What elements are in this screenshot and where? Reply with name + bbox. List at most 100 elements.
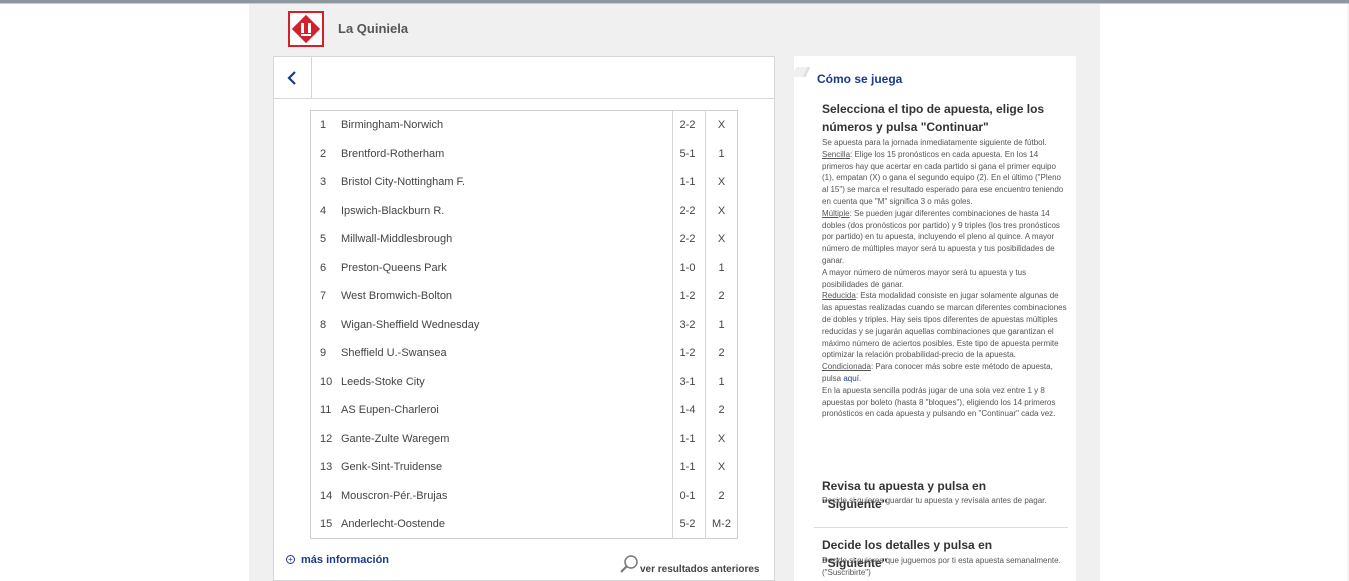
how-to-play-panel: Cómo se juega Selecciona el tipo de apue… [791, 56, 1076, 581]
result-number: 10 [320, 375, 333, 388]
how-to-play-title: Cómo se juega [817, 72, 903, 86]
quiniela-sign: 2 [705, 481, 737, 510]
reducida-text: : Esta modalidad consiste en jugar solam… [822, 291, 1067, 360]
match-score: 3-2 [672, 310, 702, 339]
result-number: 13 [320, 461, 333, 473]
match-name: Wigan-Sheffield Wednesday [341, 318, 480, 331]
sencilla-text: : Elige los 15 pronósticos en cada apues… [822, 149, 1064, 206]
step1-condicionada: Condicionada: Para conocer más sobre est… [822, 362, 1053, 383]
match-name: Leeds-Stoke City [341, 375, 425, 388]
step1-final: En la apuesta sencilla podrás jugar de u… [822, 385, 1056, 419]
reducida-label: Reducida [822, 291, 856, 301]
match-score: 0-1 [672, 481, 702, 510]
brand-name: La Quiniela [338, 21, 409, 36]
result-row: 4 Ipswich-Blackburn R. 2-2 X [311, 196, 737, 225]
result-number: 7 [320, 290, 327, 302]
magnifier-icon [620, 555, 638, 573]
match-score: 1-4 [672, 396, 702, 425]
match-name: Preston-Queens Park [341, 261, 447, 274]
match-name: Bristol City-Nottingham F. [341, 176, 466, 188]
aqui-link[interactable]: aquí [843, 374, 859, 383]
step1-title: Selecciona el tipo de apuesta, elige los… [822, 102, 1045, 134]
result-row: 12 Gante-Zulte Waregem 1-1 X [311, 424, 737, 453]
quiniela-sign: X [705, 168, 737, 197]
panel-header [274, 57, 774, 99]
step1-sencilla: Sencilla: Elige los 15 pronósticos en ca… [822, 149, 1068, 208]
result-row: 11 AS Eupen-Charleroi 1-4 2 [311, 396, 737, 425]
match-score: 2-2 [672, 196, 702, 225]
result-row: 3 Bristol City-Nottingham F. 1-1 X [311, 168, 737, 197]
quiniela-sign: X [705, 111, 737, 140]
result-number: 2 [320, 147, 327, 160]
quiniela-sign: 1 [705, 367, 737, 396]
quiniela-sign: X [705, 453, 737, 482]
match-score: 1-0 [672, 253, 702, 282]
result-number: 14 [320, 489, 333, 502]
match-name: Ipswich-Blackburn R. [341, 204, 445, 217]
step1-text: Se apuesta para la jornada inmediatament… [822, 137, 1068, 420]
result-row: 7 West Bromwich-Bolton 1-2 2 [311, 282, 737, 311]
condicionada-label: Condicionada [822, 362, 871, 372]
match-name: Birmingham-Norwich [341, 119, 444, 131]
plus-circle-icon: + [286, 555, 295, 564]
more-info-link[interactable]: + más información [286, 554, 389, 566]
divider [814, 527, 1068, 528]
result-row: 6 Preston-Queens Park 1-0 1 [311, 253, 737, 282]
quiniela-sign: 1 [705, 139, 737, 168]
match-name: Genk-Sint-Truidense [341, 461, 443, 473]
results-table: 1 Birmingham-Norwich 2-2 X 2 Brentford-Rother… [310, 110, 738, 539]
quiniela-sign: 2 [705, 396, 737, 425]
result-number: 12 [320, 432, 333, 445]
result-row: 14 Mouscron-Pér.-Brujas 0-1 2 [311, 481, 737, 510]
match-score: 1-1 [672, 453, 702, 482]
quiniela-sign: 1 [705, 253, 737, 282]
match-name: Brentford-Rotherham [341, 147, 445, 160]
back-button[interactable] [274, 57, 312, 98]
quiniela-sign: 2 [705, 339, 737, 368]
result-number: 15 [320, 518, 333, 530]
result-number: 11 [320, 404, 332, 416]
match-score: 1-2 [672, 282, 702, 311]
sencilla-label: Sencilla [822, 149, 851, 159]
panel-corner-decoration [791, 67, 811, 77]
quiniela-sign: 1 [705, 310, 737, 339]
quiniela-logo[interactable] [288, 11, 324, 47]
match-score: 2-2 [672, 111, 702, 140]
quiniela-sign: X [705, 196, 737, 225]
match-score: 1-2 [672, 339, 702, 368]
match-score: 1-1 [672, 424, 702, 453]
quiniela-sign: 2 [705, 282, 737, 311]
chevron-left-icon [287, 71, 296, 85]
result-number: 3 [320, 176, 327, 188]
result-row: 2 Brentford-Rotherham 5-1 1 [311, 139, 737, 168]
match-name: AS Eupen-Charleroi [341, 404, 439, 416]
result-number: 4 [320, 204, 327, 217]
result-number: 1 [320, 119, 327, 131]
step1-multiple: Múltiple: Se pueden jugar diferentes com… [822, 208, 1068, 267]
match-name: Mouscron-Pér.-Brujas [341, 489, 448, 502]
result-row: 15 Anderlecht-Oostende 5-2 M-2 [311, 510, 737, 539]
result-row: 13 Genk-Sint-Truidense 1-1 X [311, 453, 737, 482]
result-row: 8 Wigan-Sheffield Wednesday 3-2 1 [311, 310, 737, 339]
match-name: West Bromwich-Bolton [341, 290, 453, 302]
match-name: Sheffield U.-Swansea [341, 347, 447, 359]
step2-text: Decide si quieres guardar tu apuesta y r… [822, 496, 1047, 505]
match-score: 2-2 [672, 225, 702, 254]
match-name: Millwall-Middlesbrough [341, 233, 453, 245]
previous-results-label: ver resultados anteriores [640, 564, 760, 575]
step1-mayor: A mayor número de números mayor será tu … [822, 267, 1027, 289]
result-number: 9 [320, 347, 327, 359]
result-row: 5 Millwall-Middlesbrough 2-2 X [311, 225, 737, 254]
match-score: 1-1 [672, 168, 702, 197]
step3-text: Decide si quieres que juguemos por ti es… [822, 556, 1061, 577]
match-name: Anderlecht-Oostende [341, 518, 445, 530]
result-row: 9 Sheffield U.-Swansea 1-2 2 [311, 339, 737, 368]
quiniela-sign: X [705, 424, 737, 453]
match-score: 5-1 [672, 139, 702, 168]
step1-intro: Se apuesta para la jornada inmediatament… [822, 138, 1047, 147]
match-name: Gante-Zulte Waregem [341, 432, 450, 445]
multiple-label: Múltiple [822, 208, 850, 218]
quiniela-sign: X [705, 225, 737, 254]
match-score: 5-2 [672, 510, 702, 539]
result-number: 8 [320, 318, 327, 331]
